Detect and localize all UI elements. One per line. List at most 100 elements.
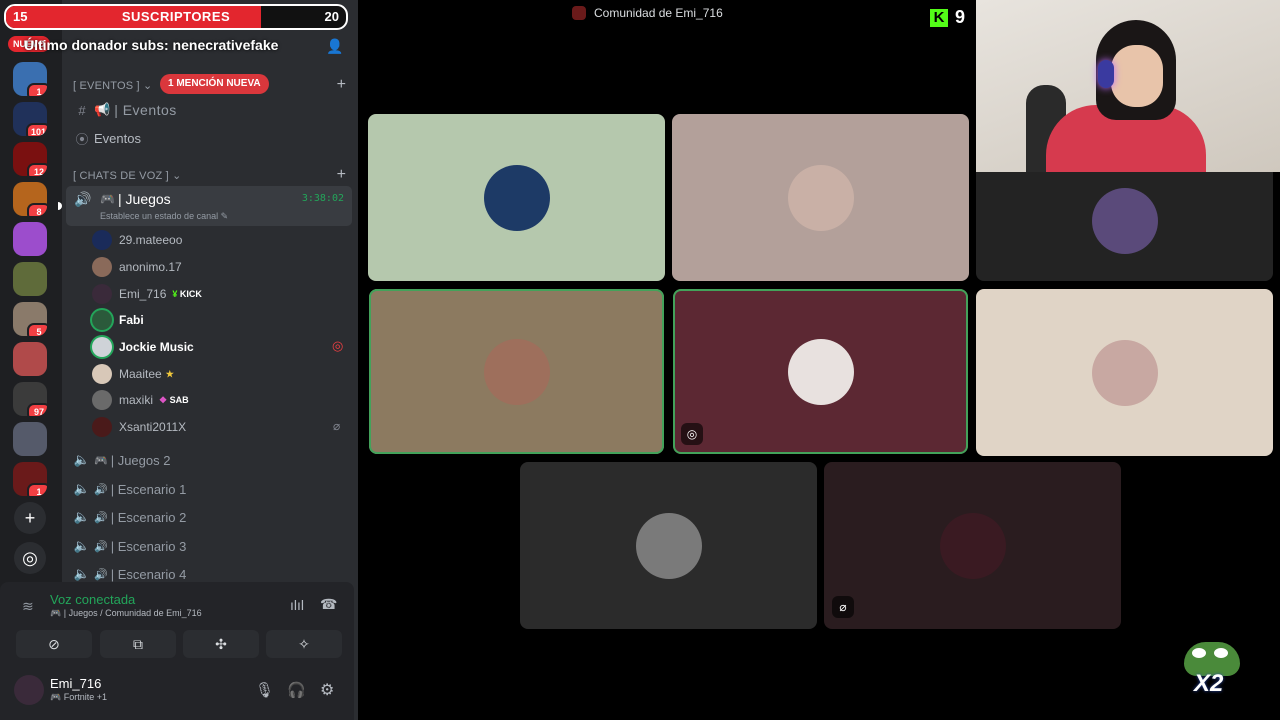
channel-name: | Juegos [118, 191, 171, 207]
subscriber-goal-bar: 15 SUSCRIPTORES 20 [4, 4, 348, 30]
participant-tile[interactable]: ⌀ [824, 462, 1121, 629]
effects-icon: ✧ [298, 635, 310, 652]
signal-icon[interactable]: ≋ [22, 598, 34, 615]
subs-goal: 20 [324, 9, 339, 24]
category-voice[interactable]: [ CHATS DE VOZ ] ⌄ [73, 169, 182, 182]
gamepad-icon: 🎮 [50, 608, 62, 618]
active-voice-channel[interactable]: 🔊 🎮 | Juegos 3:38:02 Establece un estado… [66, 186, 352, 226]
speaker-icon: 🔈 [73, 566, 91, 581]
speaker-icon: 🔈 [73, 481, 91, 496]
voice-channel[interactable]: 🔈 🔊 | Escenario 3 [70, 533, 352, 559]
soundboard-button[interactable]: ✧ [266, 630, 342, 658]
channel-events-stage[interactable]: ⦿ Eventos [70, 125, 352, 151]
add-member-icon[interactable]: 👤 [326, 38, 343, 55]
server-icon[interactable]: 8 [13, 182, 47, 216]
server-icon[interactable]: 101 [13, 102, 47, 136]
server-icon[interactable] [13, 342, 47, 376]
volume-icon: 🔊 [94, 540, 108, 553]
voice-member[interactable]: anonimo.17 [92, 255, 182, 279]
server-badge: 5 [27, 323, 47, 336]
voice-location[interactable]: 🎮 | Juegos / Comunidad de Emi_716 [50, 608, 202, 619]
voice-member[interactable]: Emi_716 ¥ KICK [92, 282, 202, 306]
participant-tile[interactable] [368, 114, 665, 281]
person-face [1111, 45, 1163, 107]
voice-channel[interactable]: 🔈 🔊 | Escenario 2 [70, 504, 352, 530]
server-icon[interactable]: 5 [13, 302, 47, 336]
megaphone-icon: 📢 [94, 102, 111, 117]
camera-button[interactable]: ⊘ [16, 630, 92, 658]
headphones-icon [1098, 60, 1114, 88]
voice-member[interactable]: Fabi [92, 308, 144, 332]
server-icon[interactable]: 97 [13, 382, 47, 416]
kick-logo-icon: K [930, 8, 948, 27]
speaker-icon: 🔊 [74, 191, 92, 207]
server-icon[interactable] [13, 262, 47, 296]
participant-avatar [635, 512, 702, 579]
voice-channel[interactable]: 🔈 🔊 | Escenario 1 [70, 476, 352, 502]
gamepad-icon: 🎮 [94, 454, 108, 467]
subs-label: SUSCRIPTORES [121, 9, 231, 24]
sab-tag: ❖ SAB [159, 394, 189, 405]
kick-viewer-counter: K 9 [930, 7, 965, 28]
avatar [92, 337, 112, 357]
events-icon: ⦿ [75, 131, 89, 147]
mention-badge[interactable]: 1 MENCIÓN NUEVA [160, 74, 269, 94]
participant-tile[interactable]: ◎ [673, 289, 968, 454]
participant-tile[interactable] [369, 289, 664, 454]
channel-events-text[interactable]: # 📢 | Eventos [70, 97, 352, 123]
screen-share-button[interactable]: ⧉ [100, 630, 176, 658]
avatar[interactable] [14, 675, 44, 705]
screen-share-icon: ⧉ [133, 635, 143, 652]
avatar [92, 417, 112, 437]
category-eventos[interactable]: [ EVENTOS ] ⌄ [73, 79, 152, 92]
frog-eye [1214, 648, 1228, 658]
server-icon[interactable]: 1 [13, 62, 47, 96]
add-server-icon[interactable]: + [14, 502, 46, 534]
star-icon: ★ [165, 368, 174, 379]
participant-avatar [483, 164, 550, 231]
server-logo-icon [572, 6, 586, 20]
voice-member[interactable]: Jockie Music [92, 335, 194, 359]
server-icon[interactable] [13, 422, 47, 456]
participant-tile[interactable] [672, 114, 969, 281]
gamepad-icon: 🎮 [50, 692, 62, 702]
mic-muted-icon: ⌀ [333, 419, 341, 433]
voice-member[interactable]: 29.mateeoo [92, 228, 182, 252]
microphone-icon[interactable]: 🎙 [255, 681, 274, 699]
settings-gear-icon[interactable]: ⚙ [320, 680, 334, 700]
add-voice-channel-icon[interactable]: + [337, 166, 346, 184]
pencil-icon: ✎ [220, 211, 229, 221]
participant-tile[interactable] [976, 289, 1273, 456]
voice-member[interactable]: Maaitee ★ [92, 362, 174, 386]
kick-count: 9 [955, 7, 966, 27]
multiplier-label: X2 [1194, 670, 1224, 697]
add-channel-icon[interactable]: + [337, 76, 346, 94]
soundboard-icon[interactable]: ılıl [290, 597, 304, 613]
unread-pip [58, 202, 62, 210]
window-title: Comunidad de Emi_716 [572, 6, 723, 20]
hash-icon: # [78, 102, 86, 118]
server-icon[interactable]: 12 [13, 142, 47, 176]
voice-user-panel: ≋ Voz conectada 🎮 | Juegos / Comunidad d… [0, 582, 354, 720]
voice-channel[interactable]: 🔈 🎮 | Juegos 2 [70, 447, 352, 473]
deafened-icon: ◎ [681, 423, 703, 445]
mic-muted-icon: ⌀ [832, 596, 854, 618]
discover-icon[interactable]: ◎ [14, 542, 46, 574]
voice-member[interactable]: Xsanti2011X [92, 415, 186, 439]
webcam-feed [976, 0, 1280, 172]
server-icon[interactable] [13, 222, 47, 256]
deafened-icon: ◎ [332, 338, 344, 353]
channel-status-prompt[interactable]: Establece un estado de canal ✎ [100, 211, 228, 222]
activities-button[interactable]: ✣ [183, 630, 259, 658]
server-badge: 1 [27, 83, 47, 96]
participant-tile[interactable] [520, 462, 817, 629]
voice-member[interactable]: maxiki ❖ SAB [92, 388, 189, 412]
username: Emi_716 [50, 676, 102, 691]
camera-off-icon: ⊘ [48, 635, 60, 652]
disconnect-icon[interactable]: ☎ [320, 596, 337, 613]
frog-eye [1192, 648, 1206, 658]
server-icon[interactable]: 1 [13, 462, 47, 496]
avatar [92, 390, 112, 410]
server-badge: 8 [27, 203, 47, 216]
headphones-icon[interactable]: 🎧 [287, 681, 306, 699]
